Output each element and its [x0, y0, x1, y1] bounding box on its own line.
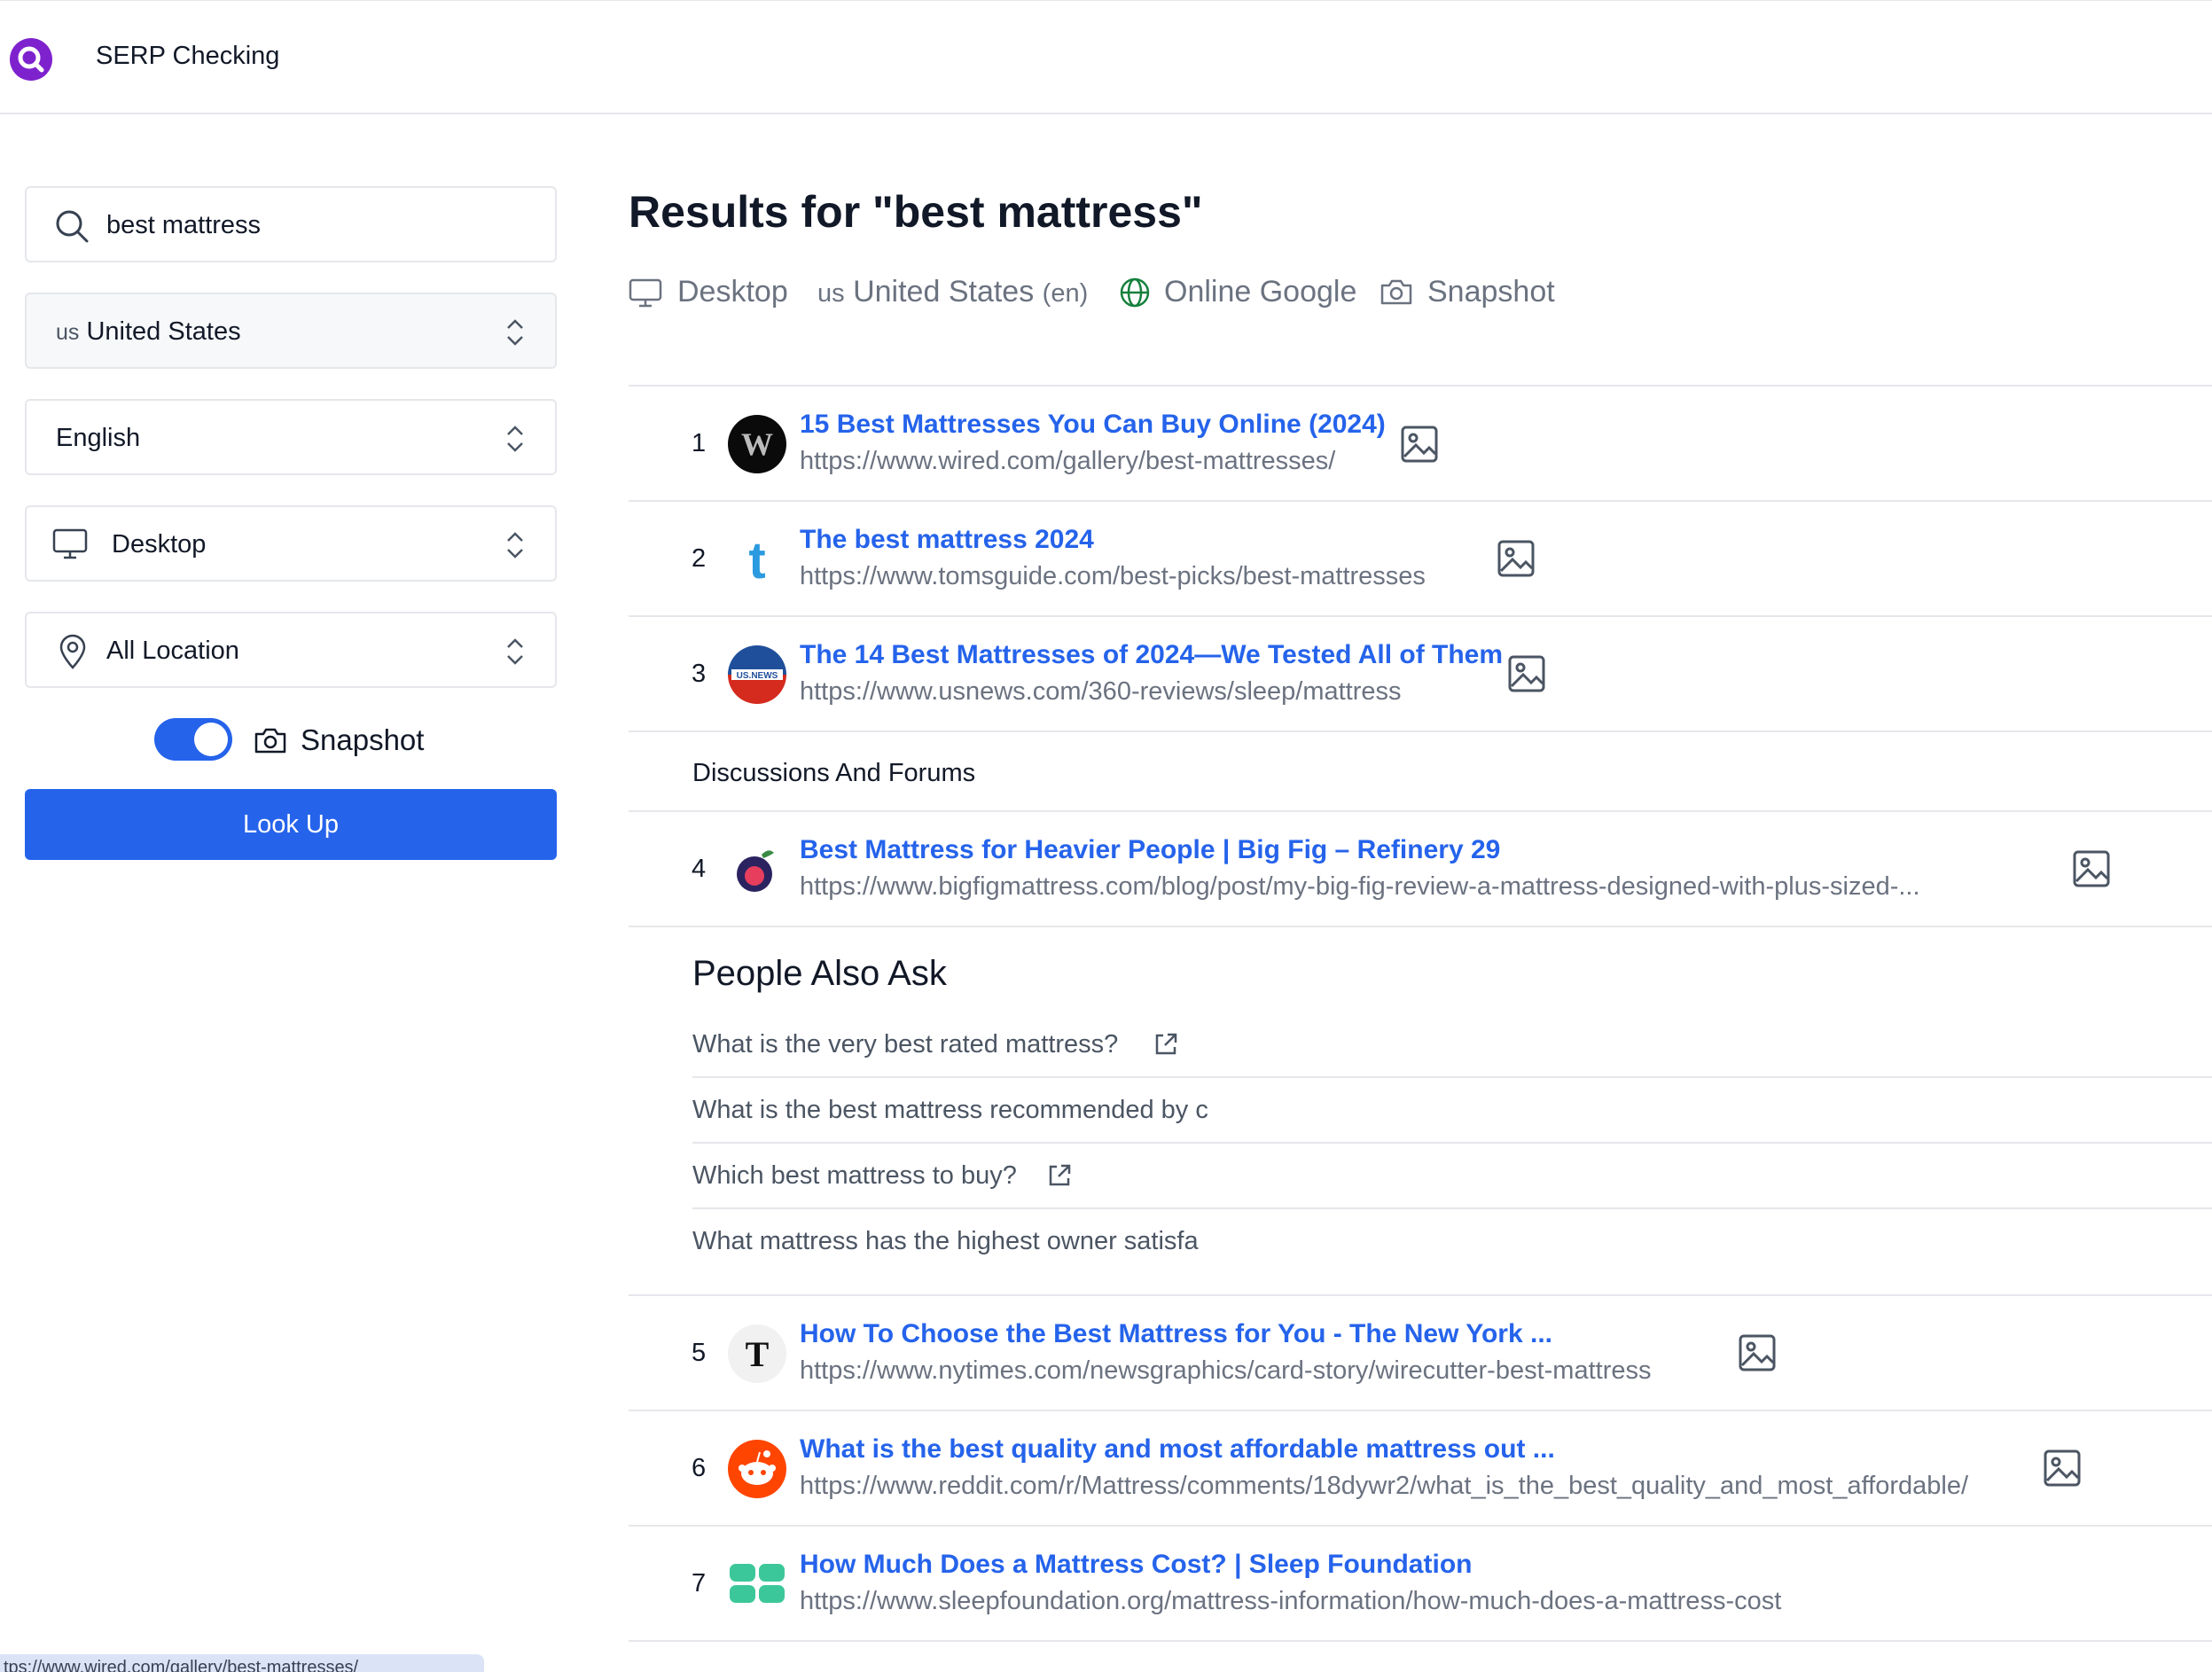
desktop-icon — [629, 278, 662, 308]
svg-text:US.NEWS: US.NEWS — [737, 671, 778, 681]
chevron-updown-icon — [507, 638, 523, 665]
app-logo-search-icon[interactable] — [10, 38, 52, 81]
meta-country-name: United States — [853, 275, 1035, 309]
meta-device: Desktop — [677, 275, 788, 309]
divider — [692, 1142, 2212, 1144]
country-name: United States — [86, 317, 241, 346]
snapshot-toggle[interactable] — [154, 718, 232, 761]
camera-icon — [1380, 279, 1412, 305]
screenshot-image-icon[interactable] — [2043, 1449, 2082, 1488]
screenshot-image-icon[interactable] — [1738, 1333, 1777, 1372]
camera-icon — [254, 728, 286, 754]
chevron-updown-icon — [507, 532, 523, 559]
meta-engine: Online Google — [1164, 275, 1357, 309]
divider — [629, 615, 2212, 617]
meta-country: us United States (en) — [817, 275, 1088, 309]
meta-country-code: us — [817, 279, 845, 308]
tomsguide-icon: t — [728, 530, 786, 589]
meta-language-code: (en) — [1042, 279, 1089, 308]
nytimes-icon: T — [728, 1324, 786, 1383]
screenshot-image-icon[interactable] — [2072, 849, 2111, 888]
result-url: https://www.bigfigmattress.com/blog/post… — [800, 872, 1920, 901]
paa-question[interactable]: What is the best mattress recommended by… — [692, 1096, 1208, 1125]
screenshot-image-icon[interactable] — [1507, 654, 1546, 693]
screenshot-image-icon[interactable] — [1497, 539, 1536, 578]
result-title-link[interactable]: The 14 Best Mattresses of 2024—We Tested… — [800, 640, 1503, 670]
result-rank: 2 — [692, 544, 707, 573]
paa-question[interactable]: What mattress has the highest owner sati… — [692, 1227, 1199, 1256]
result-rank: 4 — [692, 855, 707, 883]
result-rank: 7 — [692, 1569, 707, 1598]
result-title-link[interactable]: How To Choose the Best Mattress for You … — [800, 1319, 1552, 1349]
divider — [629, 731, 2212, 732]
divider — [629, 500, 2212, 502]
divider — [629, 810, 2212, 812]
device-value: Desktop — [112, 530, 207, 559]
language-value: English — [56, 424, 141, 452]
search-icon — [56, 210, 89, 243]
sleepfoundation-icon — [728, 1555, 786, 1613]
app-title: SERP Checking — [96, 42, 280, 70]
desktop-icon — [52, 528, 88, 559]
divider — [692, 1076, 2212, 1078]
svg-text:T: T — [746, 1334, 770, 1374]
result-url: https://www.reddit.com/r/Mattress/commen… — [800, 1472, 1969, 1500]
result-url: https://www.sleepfoundation.org/mattress… — [800, 1587, 1782, 1615]
country-select[interactable]: us United States — [25, 293, 557, 369]
search-input-value: best mattress — [106, 211, 262, 239]
result-rank: 1 — [692, 429, 707, 457]
search-input[interactable]: best mattress — [25, 186, 557, 262]
result-url: https://www.nytimes.com/newsgraphics/car… — [800, 1356, 1652, 1385]
location-value: All Location — [106, 637, 239, 665]
result-title-link[interactable]: 15 Best Mattresses You Can Buy Online (2… — [800, 410, 1386, 440]
country-code: us — [56, 320, 80, 345]
result-url: https://www.tomsguide.com/best-picks/bes… — [800, 562, 1426, 590]
discussions-label: Discussions And Forums — [692, 759, 976, 787]
result-rank: 6 — [692, 1454, 707, 1482]
divider — [629, 1410, 2212, 1411]
result-title-link[interactable]: What is the best quality and most afford… — [800, 1434, 1555, 1465]
result-rank: 5 — [692, 1339, 707, 1367]
chevron-updown-icon — [507, 426, 523, 452]
result-title-link[interactable]: The best mattress 2024 — [800, 525, 1094, 555]
language-select[interactable]: English — [25, 399, 557, 475]
page-title: Results for "best mattress" — [629, 187, 1203, 237]
divider — [692, 1207, 2212, 1209]
external-link-icon[interactable] — [1046, 1162, 1073, 1189]
usnews-icon: US.NEWS — [728, 645, 786, 704]
result-rank: 3 — [692, 660, 707, 688]
globe-icon — [1120, 277, 1150, 308]
bigfig-icon — [728, 840, 786, 899]
screenshot-image-icon[interactable] — [1400, 425, 1439, 464]
people-also-ask-title: People Also Ask — [692, 954, 947, 993]
toggle-knob — [194, 723, 228, 756]
paa-question[interactable]: What is the very best rated mattress? — [692, 1030, 1118, 1059]
status-bar-url: tps://www.wired.com/gallery/best-mattres… — [0, 1654, 484, 1672]
external-link-icon[interactable] — [1153, 1031, 1179, 1058]
svg-text:W: W — [741, 426, 773, 462]
svg-text:t: t — [748, 532, 765, 589]
result-url: https://www.wired.com/gallery/best-mattr… — [800, 447, 1336, 475]
location-select[interactable]: All Location — [25, 612, 557, 688]
divider — [629, 1525, 2212, 1527]
divider — [629, 926, 2212, 927]
chevron-updown-icon — [507, 319, 523, 346]
divider — [629, 1294, 2212, 1296]
device-select[interactable]: Desktop — [25, 505, 557, 582]
app-header: SERP Checking — [0, 1, 2212, 114]
divider — [629, 1640, 2212, 1642]
divider — [629, 385, 2212, 387]
result-title-link[interactable]: How Much Does a Mattress Cost? | Sleep F… — [800, 1550, 1472, 1580]
wired-icon: W — [728, 415, 786, 473]
location-pin-icon — [59, 634, 86, 669]
paa-question[interactable]: Which best mattress to buy? — [692, 1161, 1017, 1191]
result-title-link[interactable]: Best Mattress for Heavier People | Big F… — [800, 835, 1500, 865]
meta-snapshot: Snapshot — [1427, 275, 1555, 309]
look-up-button[interactable]: Look Up — [25, 789, 557, 860]
snapshot-label: Snapshot — [301, 723, 425, 756]
result-url: https://www.usnews.com/360-reviews/sleep… — [800, 677, 1402, 706]
reddit-icon — [728, 1440, 786, 1498]
